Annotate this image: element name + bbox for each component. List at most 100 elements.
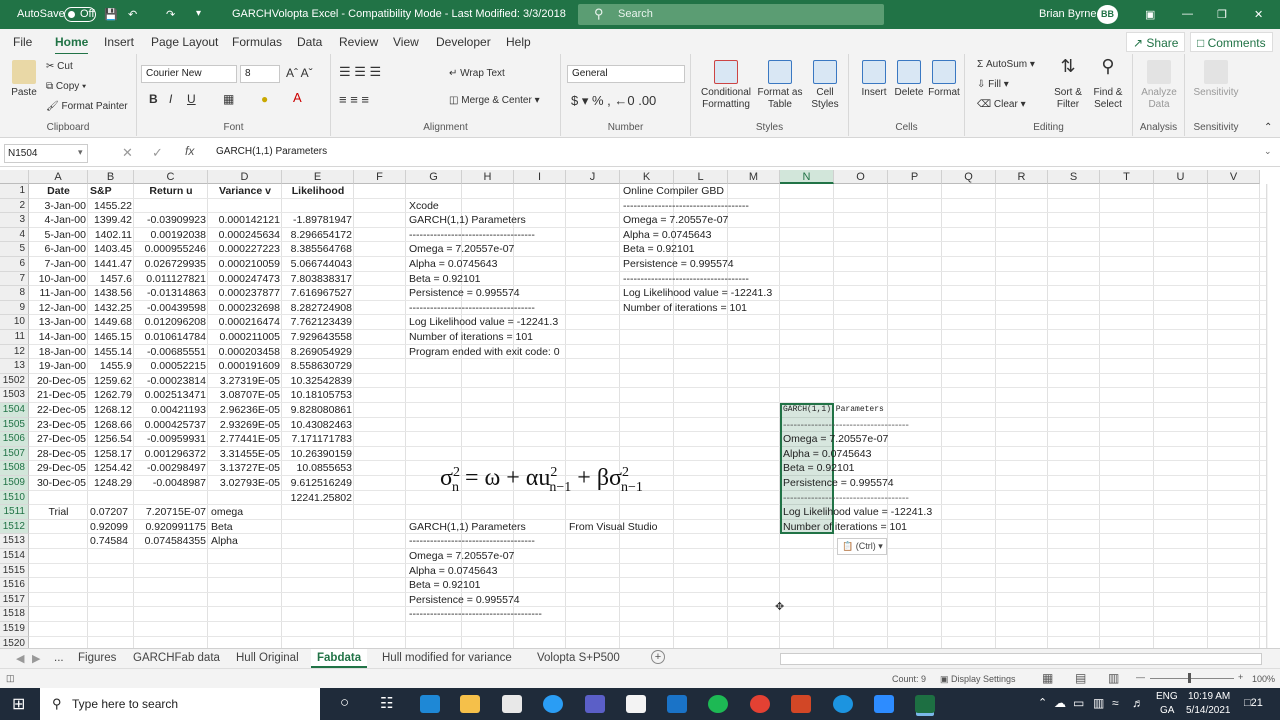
trial-value[interactable]: 0.74584 bbox=[90, 534, 132, 548]
tray-overflow-icon[interactable]: ⌃ bbox=[1038, 696, 1047, 709]
page-layout-view-icon[interactable]: ▤ bbox=[1075, 671, 1086, 685]
table-cell[interactable]: 0.000211005 bbox=[210, 330, 280, 344]
table-cell[interactable]: 0.000216474 bbox=[210, 315, 280, 329]
table-cell[interactable]: 0.000425737 bbox=[136, 418, 206, 432]
align-left-icon[interactable]: ≡ ≡ ≡ bbox=[339, 92, 369, 107]
table-cell[interactable]: 0.00052215 bbox=[136, 359, 206, 373]
trial-value[interactable]: 0.07207 bbox=[90, 505, 132, 519]
trial-value[interactable]: 0.92099 bbox=[90, 520, 132, 534]
save-icon[interactable]: 💾 bbox=[104, 8, 118, 21]
table-cell[interactable]: 0.011127821 bbox=[136, 272, 206, 286]
spotify-icon[interactable] bbox=[708, 695, 728, 713]
pasted-line[interactable]: Log Likelihood value = -12241.3 bbox=[783, 505, 932, 519]
vertical-scrollbar[interactable] bbox=[1266, 184, 1268, 648]
table-cell[interactable]: 2.93269E-05 bbox=[210, 418, 280, 432]
maximize-icon[interactable]: ❐ bbox=[1217, 8, 1227, 21]
table-cell[interactable]: -0.00685551 bbox=[136, 345, 206, 359]
align-top-icon[interactable]: ☰ ☰ ☰ bbox=[339, 64, 381, 80]
row-header[interactable]: 6 bbox=[0, 257, 29, 272]
menu-data[interactable]: Data bbox=[297, 35, 322, 49]
comments-button[interactable]: □ Comments bbox=[1190, 32, 1273, 52]
row-header[interactable]: 1515 bbox=[0, 563, 29, 579]
name-box-dropdown-icon[interactable]: ▾ bbox=[78, 147, 83, 158]
table-cell[interactable]: 3-Jan-00 bbox=[31, 199, 86, 213]
table-cell[interactable]: 10.18105753 bbox=[284, 388, 352, 402]
table-cell[interactable]: -0.0048987 bbox=[136, 476, 206, 490]
table-cell[interactable]: 27-Dec-05 bbox=[31, 432, 86, 446]
table-cell[interactable]: 18-Jan-00 bbox=[31, 345, 86, 359]
menu-file[interactable]: File bbox=[13, 35, 32, 49]
ribbon-display-icon[interactable]: ▣ bbox=[1145, 8, 1155, 21]
table-cell[interactable]: 11-Jan-00 bbox=[31, 286, 86, 300]
zoom-level[interactable]: 100% bbox=[1252, 674, 1275, 684]
font-size-select[interactable]: 8 bbox=[240, 65, 280, 83]
format-cells-button[interactable]: Format bbox=[927, 60, 961, 99]
windows-start-icon[interactable]: ⊞ bbox=[12, 694, 25, 714]
table-cell[interactable]: 1432.25 bbox=[90, 301, 132, 315]
column-header-a[interactable]: A bbox=[29, 170, 88, 184]
trial-param[interactable]: 0.074584355 bbox=[136, 534, 206, 548]
table-cell[interactable]: -1.89781947 bbox=[284, 213, 352, 227]
table-cell[interactable]: 8.282724908 bbox=[284, 301, 352, 315]
row-header[interactable]: 1508 bbox=[0, 461, 29, 476]
table-cell[interactable]: 0.000142121 bbox=[210, 213, 280, 227]
table-cell[interactable]: 10-Jan-00 bbox=[31, 272, 86, 286]
vs-line[interactable]: ------------------------------------ bbox=[409, 534, 535, 548]
online-line[interactable]: ------------------------------------ bbox=[623, 272, 749, 286]
row-header[interactable]: 1506 bbox=[0, 432, 29, 447]
name-box[interactable]: N1504 bbox=[4, 144, 88, 163]
column-header-s[interactable]: S bbox=[1048, 170, 1100, 184]
table-cell[interactable]: -0.00298497 bbox=[136, 461, 206, 475]
autosave-toggle[interactable]: Off bbox=[64, 7, 96, 22]
table-cell[interactable]: 1258.17 bbox=[90, 447, 132, 461]
paste-button[interactable]: Paste bbox=[8, 60, 40, 99]
trial-param[interactable]: 0.920991175 bbox=[136, 520, 206, 534]
zoom-slider-thumb[interactable] bbox=[1188, 673, 1191, 683]
table-cell[interactable]: 10.26390159 bbox=[284, 447, 352, 461]
table-cell[interactable]: 7.616967527 bbox=[284, 286, 352, 300]
trial-label[interactable]: Trial bbox=[31, 505, 86, 519]
prev-sheet-icon[interactable]: ◀ bbox=[16, 652, 24, 665]
notification-center-icon[interactable]: □21 bbox=[1244, 697, 1263, 709]
table-cell[interactable]: 14-Jan-00 bbox=[31, 330, 86, 344]
font-name-select[interactable]: Courier New bbox=[141, 65, 237, 83]
table-cell[interactable]: 3.02793E-05 bbox=[210, 476, 280, 490]
excel-icon[interactable] bbox=[915, 695, 935, 713]
header-date[interactable]: Date bbox=[31, 184, 86, 198]
garch-formula-image[interactable]: σ2n = ω + αu2n−1 + βσ2n−1 bbox=[440, 465, 643, 496]
table-cell[interactable]: 1262.79 bbox=[90, 388, 132, 402]
paste-options-button[interactable]: 📋 (Ctrl) ▾ bbox=[837, 538, 887, 556]
table-cell[interactable]: 29-Dec-05 bbox=[31, 461, 86, 475]
taskbar-search-box[interactable]: ⚲ Type here to search bbox=[40, 688, 320, 720]
table-cell[interactable]: -0.00959931 bbox=[136, 432, 206, 446]
table-cell[interactable]: 0.002513471 bbox=[136, 388, 206, 402]
table-cell[interactable]: 2.96236E-05 bbox=[210, 403, 280, 417]
task-view-icon[interactable]: ☷ bbox=[380, 694, 393, 712]
sheet-tab-hull-original[interactable]: Hull Original bbox=[230, 649, 305, 668]
close-icon[interactable]: ✕ bbox=[1254, 8, 1263, 21]
likelihood-sum[interactable]: 12241.25802 bbox=[284, 491, 352, 505]
table-cell[interactable]: 7.762123439 bbox=[284, 315, 352, 329]
onedrive-icon[interactable]: ☁ bbox=[1054, 696, 1066, 710]
safari-icon[interactable] bbox=[833, 695, 853, 713]
trial-name[interactable]: Beta bbox=[211, 520, 233, 534]
online-line[interactable]: Log Likelihood value = -12241.3 bbox=[623, 286, 772, 300]
worksheet-grid[interactable]: A B C D E F G H I J K L M N O P Q R S T U V 1 2 3 4 5 6 7 8 9 10 11 12 13 1… bbox=[0, 170, 1268, 648]
table-cell[interactable]: 23-Dec-05 bbox=[31, 418, 86, 432]
table-cell[interactable]: 0.000245634 bbox=[210, 228, 280, 242]
table-cell[interactable]: 1268.66 bbox=[90, 418, 132, 432]
header-sp[interactable]: S&P bbox=[90, 184, 132, 198]
table-cell[interactable]: 0.000237877 bbox=[210, 286, 280, 300]
menu-home[interactable]: Home bbox=[55, 35, 89, 55]
row-header[interactable]: 1511 bbox=[0, 505, 29, 520]
table-cell[interactable]: 7.929643558 bbox=[284, 330, 352, 344]
table-cell[interactable]: 1449.68 bbox=[90, 315, 132, 329]
redo-icon[interactable]: ↷ bbox=[166, 8, 175, 21]
sort-filter-button[interactable]: ⇅ Sort & Filter bbox=[1049, 57, 1087, 111]
row-header[interactable]: 4 bbox=[0, 227, 29, 243]
number-format-select[interactable]: General bbox=[567, 65, 685, 83]
menu-help[interactable]: Help bbox=[506, 35, 531, 49]
table-cell[interactable]: 0.00192038 bbox=[136, 228, 206, 242]
table-cell[interactable]: 7.171171783 bbox=[284, 432, 352, 446]
table-cell[interactable]: 7.803838317 bbox=[284, 272, 352, 286]
